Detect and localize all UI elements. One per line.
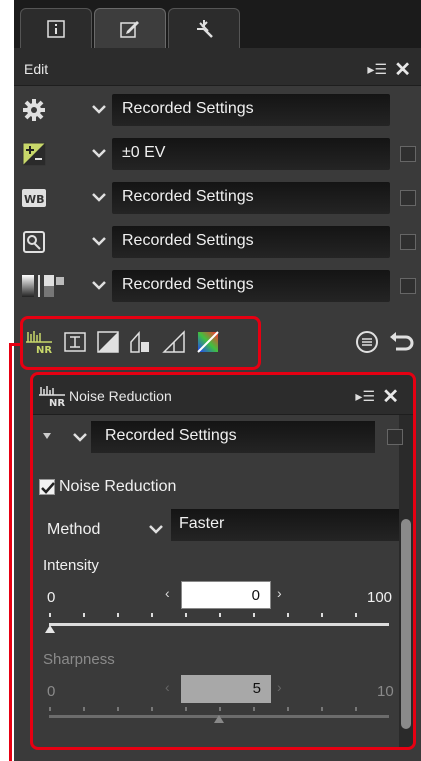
sharpness-value-field: 5 [181,675,271,703]
checkmark-icon [41,482,55,494]
crop-icon[interactable] [62,330,88,354]
method-dropdown[interactable]: Faster [171,509,399,541]
chevron-down-icon[interactable] [90,188,108,206]
edit-header: Edit ▸☰ ✕ [14,48,421,86]
scrollbar-thumb[interactable] [401,519,411,729]
picture-control-checkbox[interactable] [400,234,416,250]
noise-reduction-header: NR Noise Reduction ▸☰ ✕ [33,375,413,415]
picture-control-dropdown[interactable]: Recorded Settings [112,226,390,258]
edit-palette-window: Edit ▸☰ ✕ Recorded Settings ±0 EV WB Rec… [14,0,421,761]
intensity-label: Intensity [43,557,99,574]
increment-arrow-icon: › [277,679,282,695]
levels-curves-icon[interactable] [96,330,122,354]
tone-checkbox[interactable] [400,278,416,294]
intensity-track[interactable] [49,623,389,626]
history-icon[interactable] [354,329,380,355]
collapse-triangle-icon[interactable] [43,433,51,439]
settings-row-white-balance: WB Recorded Settings [14,176,421,220]
chevron-down-icon[interactable] [147,520,165,538]
settings-row-tone: Recorded Settings [14,264,421,308]
chevron-down-icon[interactable] [90,144,108,162]
noise-reduction-preset-row: Recorded Settings [33,415,403,459]
tab-info[interactable] [20,8,92,48]
sharpness-label: Sharpness [43,651,115,668]
noise-reduction-preset-dropdown[interactable]: Recorded Settings [91,421,375,453]
intensity-min-label: 0 [47,589,56,606]
scrollbar[interactable] [399,415,413,747]
intensity-value-field[interactable]: 0 [181,581,271,609]
picture-control-icon [23,231,45,253]
tab-effects[interactable] [168,8,240,48]
noise-reduction-title: Noise Reduction [69,388,172,404]
tone-icon [22,275,64,297]
sharpness-ticks [49,707,389,711]
intensity-ticks [49,613,389,617]
chevron-down-icon[interactable] [90,100,108,118]
settings-row-exposure: ±0 EV [14,132,421,176]
settings-row-general: Recorded Settings [14,88,421,132]
general-preset-dropdown[interactable]: Recorded Settings [112,94,390,126]
decrement-arrow-icon[interactable]: ‹ [165,585,170,601]
highlight-connector [9,343,12,761]
intensity-max-label: 100 [367,589,393,606]
chevron-down-icon[interactable] [90,276,108,294]
sharpness-slider-thumb [214,715,224,723]
sharpness-min-label: 0 [47,683,56,700]
method-label: Method [47,521,101,538]
noise-reduction-icon[interactable]: NR [26,330,52,354]
noise-reduction-apply-checkbox[interactable] [387,429,403,445]
noise-reduction-toggle-label: Noise Reduction [59,478,177,495]
decrement-arrow-icon: ‹ [165,679,170,695]
tab-edit[interactable] [94,8,166,48]
perspective-icon[interactable] [162,330,188,354]
svg-text:WB: WB [24,193,45,206]
close-button[interactable]: ✕ [382,384,399,409]
noise-reduction-icon: NR [39,386,65,407]
white-balance-checkbox[interactable] [400,190,416,206]
exposure-dropdown[interactable]: ±0 EV [112,138,390,170]
chevron-down-icon[interactable] [71,428,89,446]
exposure-checkbox[interactable] [400,146,416,162]
settings-row-picture-control: Recorded Settings [14,220,421,264]
intensity-slider-thumb[interactable] [45,625,55,633]
noise-reduction-panel: NR Noise Reduction ▸☰ ✕ Recorded Setting… [30,372,416,750]
tab-bar [14,0,421,48]
color-adjust-icon[interactable] [128,330,154,354]
info-icon [47,19,65,38]
exposure-compensation-icon [22,142,46,166]
chevron-down-icon[interactable] [90,232,108,250]
highlight-connector [9,343,21,346]
sparkle-icon [197,19,213,38]
checkbox[interactable] [39,479,55,495]
increment-arrow-icon[interactable]: › [277,585,282,601]
svg-text:NR: NR [49,398,65,407]
panel-menu-icon[interactable]: ▸☰ [355,388,375,405]
color-booster-icon[interactable] [196,330,222,354]
tone-dropdown[interactable]: Recorded Settings [112,270,390,302]
panel-title: Edit [24,61,49,77]
sharpness-max-label: 10 [377,683,394,700]
edit-icon [120,20,139,38]
close-button[interactable]: ✕ [394,57,411,82]
white-balance-dropdown[interactable]: Recorded Settings [112,182,390,214]
panel-menu-icon[interactable]: ▸☰ [367,61,387,78]
white-balance-icon: WB [22,189,46,207]
gear-icon [23,99,45,121]
undo-icon[interactable] [388,329,414,355]
adjustment-palette-toolbar: NR [14,316,421,372]
svg-text:NR: NR [36,345,52,354]
